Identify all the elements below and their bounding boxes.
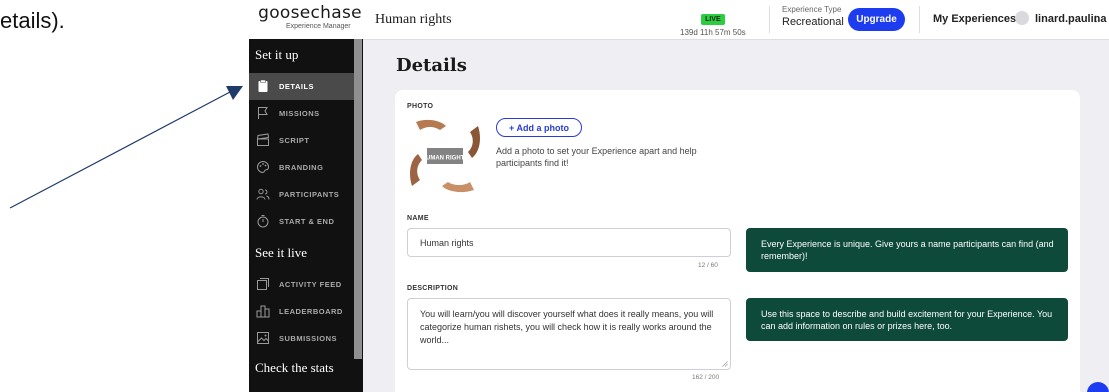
sidebar-item-participants[interactable]: PARTICIPANTS	[249, 181, 354, 208]
name-char-counter: 12 / 60	[698, 262, 718, 269]
sidebar-item-missions[interactable]: MISSIONS	[249, 100, 354, 127]
description-char-counter: 162 / 200	[692, 374, 720, 381]
brand-name: goosechase	[258, 3, 362, 23]
live-status: LIVE 139d 11h 57m 50s	[680, 8, 746, 37]
clapperboard-icon	[256, 133, 270, 146]
topbar-divider	[769, 6, 770, 33]
stopwatch-icon	[257, 215, 269, 228]
sidebar-item-label: BRANDING	[279, 163, 324, 172]
sidebar-item-label: PARTICIPANTS	[279, 190, 340, 199]
live-timer: 139d 11h 57m 50s	[680, 28, 746, 37]
name-tip: Every Experience is unique. Give yours a…	[746, 228, 1068, 272]
photo-label: PHOTO	[407, 103, 434, 110]
sidebar-item-label: LEADERBOARD	[279, 307, 343, 316]
sidebar-item-label: DETAILS	[279, 82, 315, 91]
upgrade-button[interactable]: Upgrade	[848, 8, 905, 31]
name-label: NAME	[407, 215, 429, 222]
sidebar-item-start-end[interactable]: START & END	[249, 208, 354, 235]
resize-grip-icon[interactable]	[722, 361, 728, 367]
topbar-divider	[919, 6, 920, 33]
sidebar-item-details[interactable]: DETAILS	[249, 73, 354, 100]
sidebar-item-branding[interactable]: BRANDING	[249, 154, 354, 181]
experience-type-value: Recreational	[782, 16, 844, 28]
palette-icon	[257, 160, 270, 174]
experience-type: Experience Type Recreational	[782, 5, 844, 28]
description-tip: Use this space to describe and build exc…	[746, 298, 1068, 341]
feed-icon	[257, 278, 269, 290]
description-label: DESCRIPTION	[407, 285, 459, 292]
app-window: goosechase Experience Manager Human righ…	[249, 0, 1109, 392]
my-experiences-link[interactable]: My Experiences	[933, 13, 1016, 25]
description-textarea[interactable]: You will learn/you will discover yoursel…	[407, 298, 731, 370]
name-tip-text: Every Experience is unique. Give yours a…	[761, 239, 1054, 261]
sidebar-scrollbar[interactable]	[354, 39, 362, 359]
flag-icon	[258, 107, 268, 119]
people-icon	[256, 188, 270, 200]
sidebar-item-leaderboard[interactable]: LEADERBOARD	[249, 298, 354, 325]
sidebar-section-see-it-live: See it live	[255, 245, 307, 260]
sidebar-item-label: MISSIONS	[279, 109, 320, 118]
sidebar-item-label: START & END	[279, 217, 335, 226]
experience-title: Human rights	[375, 12, 452, 27]
page-title: Details	[396, 55, 467, 76]
photo-help-text: Add a photo to set your Experience apart…	[496, 146, 697, 168]
sidebar-item-label: ACTIVITY FEED	[279, 280, 342, 289]
leaderboard-icon	[256, 305, 270, 318]
top-bar: goosechase Experience Manager Human righ…	[249, 0, 1109, 40]
experience-photo: HUMAN RIGHTS	[406, 116, 484, 196]
sidebar-section-set-it-up: Set it up	[255, 47, 299, 62]
avatar[interactable]	[1015, 11, 1029, 25]
description-tip-text: Use this space to describe and build exc…	[761, 309, 1053, 331]
arrow-down-icon[interactable]: ↓	[1093, 11, 1099, 25]
sidebar-item-script[interactable]: SCRIPT	[249, 127, 354, 154]
brand-logo[interactable]: goosechase Experience Manager	[258, 4, 362, 31]
name-input-value: Human rights	[420, 238, 474, 248]
experience-type-label: Experience Type	[782, 5, 842, 14]
image-icon	[257, 332, 269, 344]
sidebar-item-label: SUBMISSIONS	[279, 334, 338, 343]
annotation-arrow	[9, 86, 243, 209]
photo-caption: HUMAN RIGHTS	[422, 156, 469, 162]
live-badge: LIVE	[701, 14, 725, 25]
clipboard-icon	[258, 79, 268, 92]
sidebar-item-submissions[interactable]: SUBMISSIONS	[249, 325, 354, 352]
details-card: PHOTO HUMAN RIGHTS + Add a photo Add a p…	[395, 90, 1080, 392]
help-chat-button[interactable]	[1087, 382, 1109, 392]
description-value: You will learn/you will discover yoursel…	[420, 309, 714, 345]
name-input[interactable]: Human rights	[407, 228, 731, 257]
sidebar-item-label: SCRIPT	[279, 136, 310, 145]
sidebar: Set it up DETAILS MISSIONS SCRIPT BRANDI…	[249, 39, 363, 392]
sidebar-item-activity-feed[interactable]: ACTIVITY FEED	[249, 271, 354, 298]
add-photo-button[interactable]: + Add a photo	[496, 118, 582, 137]
sidebar-section-check-the-stats: Check the stats	[255, 360, 334, 375]
brand-subtitle: Experience Manager	[286, 23, 351, 30]
